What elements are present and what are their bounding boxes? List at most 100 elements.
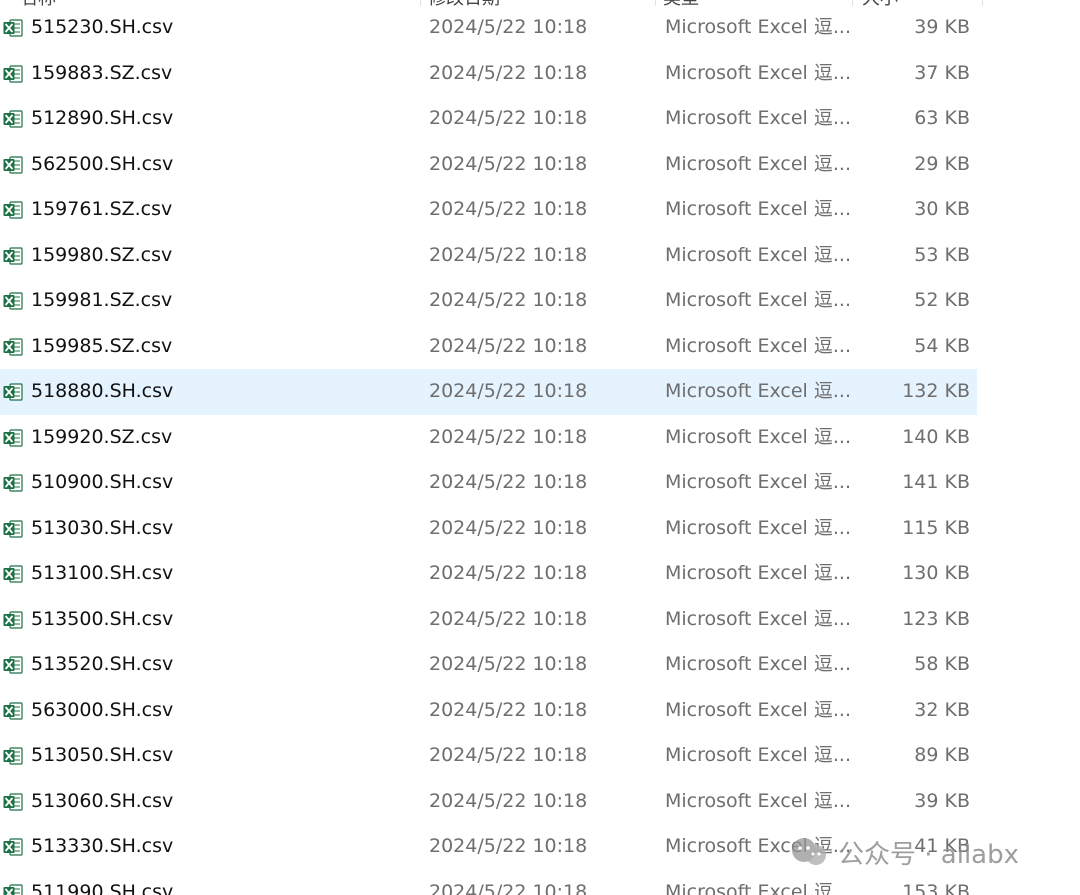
file-size: 141 KB bbox=[902, 471, 970, 493]
wechat-channel-icon bbox=[792, 838, 826, 865]
file-type: Microsoft Excel 逗... bbox=[665, 698, 851, 721]
file-size: 123 KB bbox=[902, 607, 970, 630]
excel-csv-file-icon bbox=[3, 428, 23, 447]
file-row[interactable]: 512890.SH.csv 2024/5/22 10:18 Microsoft … bbox=[0, 96, 977, 142]
excel-csv-file-icon bbox=[3, 838, 23, 856]
file-row[interactable]: 563000.SH.csv 2024/5/22 10:18 Microsoft … bbox=[0, 688, 977, 734]
file-date-modified: 2024/5/22 10:18 bbox=[429, 61, 588, 84]
excel-csv-file-icon bbox=[3, 19, 23, 37]
file-date-modified: 2024/5/22 10:18 bbox=[429, 835, 588, 857]
excel-csv-file-icon bbox=[3, 701, 23, 720]
file-name: 513030.SH.csv bbox=[31, 516, 174, 539]
file-row[interactable]: 515230.SH.csv 2024/5/22 10:18 Microsoft … bbox=[0, 5, 977, 51]
file-date-modified: 2024/5/22 10:18 bbox=[429, 880, 588, 895]
file-type: Microsoft Excel 逗... bbox=[665, 744, 851, 766]
file-date-modified: 2024/5/22 10:18 bbox=[429, 198, 588, 220]
file-date-modified: 2024/5/22 10:18 bbox=[429, 152, 588, 175]
file-row[interactable]: 159981.SZ.csv 2024/5/22 10:18 Microsoft … bbox=[0, 278, 977, 324]
excel-csv-file-icon bbox=[3, 792, 23, 811]
excel-csv-file-icon bbox=[3, 656, 23, 674]
file-date-modified: 2024/5/22 10:18 bbox=[429, 16, 588, 38]
excel-csv-file-icon bbox=[3, 337, 23, 356]
file-explorer-list-view: 名称 修改日期 类型 大小 515230.SH.csv 2024/5/22 10… bbox=[0, 0, 1080, 895]
file-date-modified: 2024/5/22 10:18 bbox=[429, 607, 588, 630]
file-type: Microsoft Excel 逗... bbox=[665, 243, 851, 266]
file-type: Microsoft Excel 逗... bbox=[665, 653, 851, 675]
file-date-modified: 2024/5/22 10:18 bbox=[429, 698, 588, 721]
file-name: 513330.SH.csv bbox=[31, 835, 174, 857]
excel-csv-file-icon bbox=[3, 519, 23, 538]
excel-csv-file-icon bbox=[3, 383, 23, 401]
file-name: 159981.SZ.csv bbox=[31, 289, 173, 311]
file-name: 159985.SZ.csv bbox=[31, 334, 173, 357]
file-type: Microsoft Excel 逗... bbox=[665, 289, 851, 311]
file-name: 518880.SH.csv bbox=[31, 380, 174, 402]
file-type: Microsoft Excel 逗... bbox=[665, 562, 851, 584]
file-type: Microsoft Excel 逗... bbox=[665, 380, 851, 402]
file-row[interactable]: 159761.SZ.csv 2024/5/22 10:18 Microsoft … bbox=[0, 187, 977, 233]
file-type: Microsoft Excel 逗... bbox=[665, 789, 851, 812]
file-row[interactable]: 513100.SH.csv 2024/5/22 10:18 Microsoft … bbox=[0, 551, 977, 597]
file-size: 30 KB bbox=[914, 198, 970, 220]
file-name: 515230.SH.csv bbox=[31, 16, 174, 38]
file-size: 39 KB bbox=[914, 789, 970, 812]
watermark-text: 公众号 · ailabx bbox=[838, 839, 1019, 870]
file-size: 63 KB bbox=[914, 107, 970, 129]
excel-csv-file-icon bbox=[3, 201, 23, 219]
file-name: 511990.SH.csv bbox=[31, 880, 174, 895]
file-size: 140 KB bbox=[902, 425, 970, 448]
excel-csv-file-icon bbox=[3, 610, 23, 629]
file-date-modified: 2024/5/22 10:18 bbox=[429, 744, 588, 766]
file-date-modified: 2024/5/22 10:18 bbox=[429, 243, 588, 266]
file-name: 513050.SH.csv bbox=[31, 744, 174, 766]
file-name: 159883.SZ.csv bbox=[31, 61, 173, 84]
file-size: 89 KB bbox=[914, 744, 970, 766]
file-date-modified: 2024/5/22 10:18 bbox=[429, 471, 588, 493]
file-name: 513500.SH.csv bbox=[31, 607, 174, 630]
file-name: 513060.SH.csv bbox=[31, 789, 174, 812]
file-row[interactable]: 159985.SZ.csv 2024/5/22 10:18 Microsoft … bbox=[0, 324, 977, 370]
file-row[interactable]: 510900.SH.csv 2024/5/22 10:18 Microsoft … bbox=[0, 460, 977, 506]
file-name: 510900.SH.csv bbox=[31, 471, 174, 493]
file-type: Microsoft Excel 逗... bbox=[665, 516, 851, 539]
file-size: 54 KB bbox=[914, 334, 970, 357]
excel-csv-file-icon bbox=[3, 747, 23, 765]
excel-csv-file-icon bbox=[3, 110, 23, 128]
file-type: Microsoft Excel 逗... bbox=[665, 107, 851, 129]
file-date-modified: 2024/5/22 10:18 bbox=[429, 380, 588, 402]
file-row[interactable]: 159980.SZ.csv 2024/5/22 10:18 Microsoft … bbox=[0, 233, 977, 279]
file-row[interactable]: 513030.SH.csv 2024/5/22 10:18 Microsoft … bbox=[0, 506, 977, 552]
excel-csv-file-icon bbox=[3, 64, 23, 83]
excel-csv-file-icon bbox=[3, 292, 23, 310]
file-row[interactable]: 513050.SH.csv 2024/5/22 10:18 Microsoft … bbox=[0, 733, 977, 779]
file-size: 53 KB bbox=[914, 243, 970, 266]
file-name: 159920.SZ.csv bbox=[31, 425, 173, 448]
file-row[interactable]: 513060.SH.csv 2024/5/22 10:18 Microsoft … bbox=[0, 779, 977, 825]
file-row[interactable]: 513500.SH.csv 2024/5/22 10:18 Microsoft … bbox=[0, 597, 977, 643]
file-name: 512890.SH.csv bbox=[31, 107, 174, 129]
file-date-modified: 2024/5/22 10:18 bbox=[429, 653, 588, 675]
excel-csv-file-icon bbox=[3, 883, 23, 895]
file-row[interactable]: 562500.SH.csv 2024/5/22 10:18 Microsoft … bbox=[0, 142, 977, 188]
file-size: 132 KB bbox=[902, 380, 970, 402]
file-row[interactable]: 159883.SZ.csv 2024/5/22 10:18 Microsoft … bbox=[0, 51, 977, 97]
file-type: Microsoft Excel 逗... bbox=[665, 198, 851, 220]
excel-csv-file-icon bbox=[3, 565, 23, 583]
file-row[interactable]: 513520.SH.csv 2024/5/22 10:18 Microsoft … bbox=[0, 642, 977, 688]
file-size: 115 KB bbox=[902, 516, 970, 539]
file-type: Microsoft Excel 逗... bbox=[665, 425, 851, 448]
excel-csv-file-icon bbox=[3, 155, 23, 174]
file-list: 515230.SH.csv 2024/5/22 10:18 Microsoft … bbox=[0, 5, 985, 895]
file-type: Microsoft Excel 逗... bbox=[665, 334, 851, 357]
file-name: 159980.SZ.csv bbox=[31, 243, 173, 266]
file-type: Microsoft Excel 逗... bbox=[665, 471, 851, 493]
file-row[interactable]: 518880.SH.csv 2024/5/22 10:18 Microsoft … bbox=[0, 369, 977, 415]
file-date-modified: 2024/5/22 10:18 bbox=[429, 289, 588, 311]
file-type: Microsoft Excel 逗... bbox=[665, 16, 851, 38]
file-size: 52 KB bbox=[914, 289, 970, 311]
file-size: 32 KB bbox=[914, 698, 970, 721]
file-name: 513100.SH.csv bbox=[31, 562, 174, 584]
file-row[interactable]: 159920.SZ.csv 2024/5/22 10:18 Microsoft … bbox=[0, 415, 977, 461]
file-row[interactable]: 511990.SH.csv 2024/5/22 10:18 Microsoft … bbox=[0, 870, 977, 895]
watermark: 公众号 · ailabx bbox=[788, 832, 1019, 872]
